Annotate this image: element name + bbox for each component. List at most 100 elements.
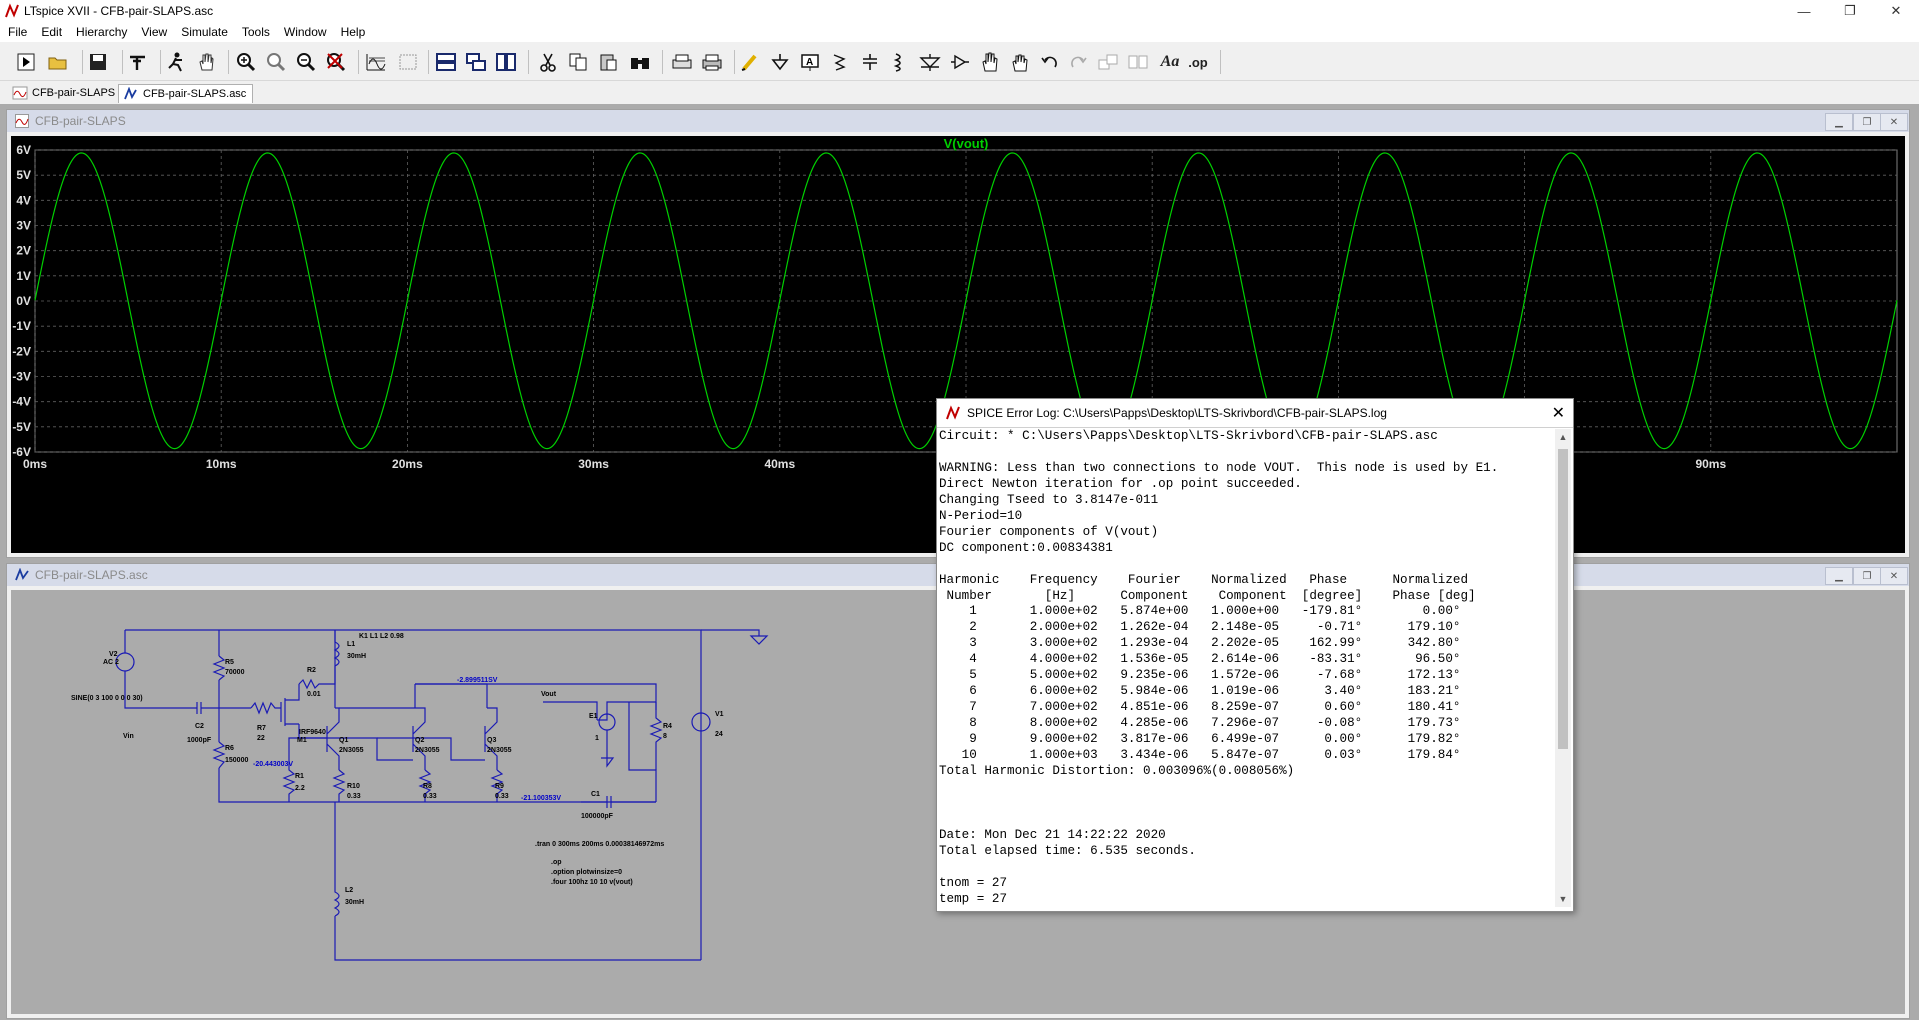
tab-label: CFB-pair-SLAPS	[32, 87, 116, 99]
y-tick-label: 5V	[16, 168, 31, 182]
child-minimize-button[interactable]: ▁	[1825, 567, 1853, 585]
capacitor-icon[interactable]	[858, 50, 882, 74]
label-q1-value: 2N3055	[339, 747, 364, 754]
label-r7: R7	[257, 725, 266, 732]
svg-text:A: A	[806, 57, 813, 68]
label-l1-value: 30mH	[347, 653, 366, 660]
autorange-icon[interactable]	[364, 50, 388, 74]
close-button[interactable]: ✕	[1873, 0, 1919, 22]
label-r8: R8	[423, 783, 432, 790]
ground-icon[interactable]	[768, 50, 792, 74]
drag-icon[interactable]	[1008, 50, 1032, 74]
menu-simulate[interactable]: Simulate	[173, 25, 234, 39]
label-q2-value: 2N3055	[415, 747, 440, 754]
label-net-icon[interactable]: A	[798, 50, 822, 74]
directive-op: .op	[551, 859, 562, 866]
spice-directive-icon[interactable]: .op	[1186, 50, 1210, 74]
label-r4-value: 8	[663, 733, 667, 740]
spice-error-log-dialog[interactable]: SPICE Error Log: C:\Users\Papps\Desktop\…	[936, 398, 1574, 912]
draw-wire-icon[interactable]	[738, 50, 762, 74]
log-line: Circuit: * C:\Users\Papps\Desktop\LTS-Sk…	[939, 429, 1438, 443]
scroll-down-icon[interactable]: ▼	[1555, 891, 1571, 907]
label-vin: Vin	[123, 733, 134, 740]
trace-label[interactable]: V(vout)	[944, 136, 989, 151]
menu-file[interactable]: File	[0, 25, 33, 39]
error-log-scrollbar[interactable]: ▲ ▼	[1555, 429, 1571, 907]
menu-hierarchy[interactable]: Hierarchy	[68, 25, 133, 39]
label-v2-sine: SINE(0 3 100 0 0 0 30)	[71, 695, 143, 702]
schematic-window-title: CFB-pair-SLAPS.asc	[35, 568, 148, 582]
y-tick-label: 4V	[16, 193, 31, 207]
child-restore-button[interactable]: ❐	[1853, 113, 1881, 131]
move-icon[interactable]	[978, 50, 1002, 74]
label-v2: V2	[109, 651, 118, 658]
child-close-button[interactable]: ✕	[1880, 567, 1908, 585]
text-icon[interactable]: Aa	[1158, 50, 1182, 74]
child-restore-button[interactable]: ❐	[1853, 567, 1881, 585]
y-tick-label: -3V	[12, 370, 31, 384]
menu-window[interactable]: Window	[276, 25, 333, 39]
error-log-text[interactable]: Circuit: * C:\Users\Papps\Desktop\LTS-Sk…	[939, 429, 1549, 909]
close-icon[interactable]: ✕	[1552, 403, 1565, 423]
halt-icon[interactable]	[164, 50, 188, 74]
log-line: N-Period=10	[939, 508, 1023, 523]
paste-icon[interactable]	[596, 50, 620, 74]
diode-icon[interactable]	[918, 50, 942, 74]
copy-icon[interactable]	[566, 50, 590, 74]
open-icon[interactable]	[46, 50, 70, 74]
zoom-cancel-icon[interactable]	[324, 50, 348, 74]
print-setup-icon[interactable]	[670, 50, 694, 74]
inductor-icon[interactable]	[888, 50, 912, 74]
cascade-icon[interactable]	[464, 50, 488, 74]
control-panel-icon[interactable]	[126, 50, 150, 74]
save-icon[interactable]	[86, 50, 110, 74]
error-log-titlebar[interactable]: SPICE Error Log: C:\Users\Papps\Desktop\…	[937, 399, 1573, 428]
x-tick-label: 0ms	[23, 457, 47, 471]
component-icon[interactable]	[948, 50, 972, 74]
child-minimize-button[interactable]: ▁	[1825, 113, 1853, 131]
waveform-window-titlebar[interactable]: CFB-pair-SLAPS ▁ ❐ ✕	[7, 110, 1909, 132]
find-icon[interactable]	[628, 50, 652, 74]
tile-horizontal-icon[interactable]	[434, 50, 458, 74]
pan-hand-icon[interactable]	[194, 50, 218, 74]
log-line: Number [Hz] Component Component [degree]…	[939, 588, 1476, 603]
label-k1: K1 L1 L2 0.98	[359, 633, 404, 640]
resistor-icon[interactable]	[828, 50, 852, 74]
scroll-up-icon[interactable]: ▲	[1555, 429, 1571, 445]
menu-edit[interactable]: Edit	[33, 25, 68, 39]
log-line: DC component:0.00834381	[939, 540, 1113, 555]
tile-vertical-icon[interactable]	[494, 50, 518, 74]
ltspice-app-icon	[946, 405, 960, 420]
zoom-out-icon[interactable]	[294, 50, 318, 74]
zoom-in-icon[interactable]	[234, 50, 258, 74]
grid-icon[interactable]	[396, 50, 420, 74]
y-tick-label: 0V	[16, 294, 31, 308]
y-tick-label: 2V	[16, 244, 31, 258]
menu-bar: File Edit Hierarchy View Simulate Tools …	[0, 22, 1919, 42]
menu-tools[interactable]: Tools	[234, 25, 276, 39]
menu-view[interactable]: View	[133, 25, 173, 39]
ltspice-app-icon	[5, 3, 19, 18]
cut-icon[interactable]	[536, 50, 560, 74]
minimize-button[interactable]: —	[1781, 0, 1827, 22]
rotate-icon[interactable]	[1096, 50, 1120, 74]
redo-icon[interactable]	[1066, 50, 1090, 74]
mirror-icon[interactable]	[1126, 50, 1150, 74]
y-tick-label: 6V	[16, 143, 31, 157]
tab-waveform[interactable]: CFB-pair-SLAPS	[8, 84, 121, 102]
zoom-full-icon[interactable]	[264, 50, 288, 74]
scroll-thumb[interactable]	[1558, 449, 1568, 749]
undo-icon[interactable]	[1038, 50, 1062, 74]
child-close-button[interactable]: ✕	[1880, 113, 1908, 131]
log-line: temp = 27	[939, 891, 1008, 906]
restore-button[interactable]: ❐	[1827, 0, 1873, 22]
tab-schematic[interactable]: CFB-pair-SLAPS.asc	[118, 84, 254, 103]
waveform-icon	[12, 86, 28, 100]
menu-help[interactable]: Help	[333, 25, 372, 39]
print-icon[interactable]	[700, 50, 724, 74]
label-r4: R4	[663, 723, 672, 730]
log-line: 8 8.000e+02 4.285e-06 7.296e-07 -0.08° 1…	[939, 716, 1461, 731]
run-icon[interactable]	[14, 50, 38, 74]
label-r6: R6	[225, 745, 234, 752]
